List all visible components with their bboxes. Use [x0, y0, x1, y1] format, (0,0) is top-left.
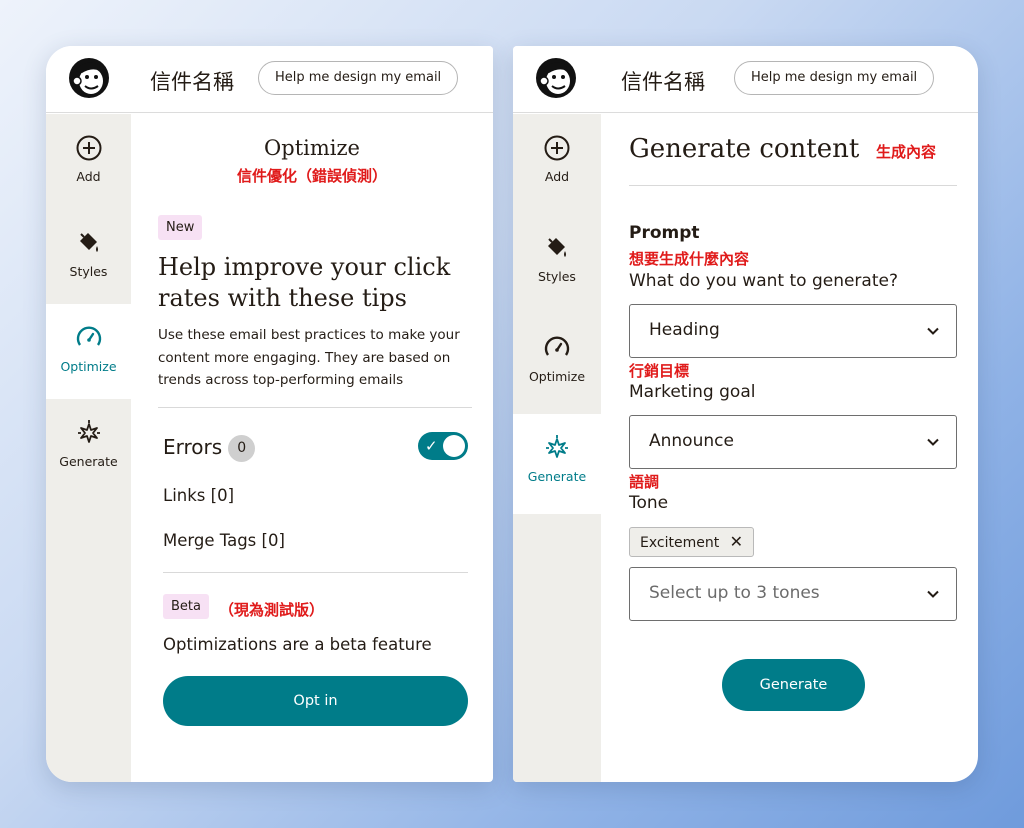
prompt-label: Prompt [629, 223, 700, 243]
generate-title: Generate content [629, 134, 860, 164]
sidebar-item-label: Optimize [60, 359, 117, 374]
plus-circle-icon [544, 135, 570, 161]
tone-select-placeholder: Select up to 3 tones [649, 583, 820, 603]
close-icon[interactable]: ✕ [730, 532, 743, 551]
tone-chip[interactable]: Excitement ✕ [629, 527, 755, 557]
tone-label: Tone [629, 493, 669, 513]
merge-tags-check[interactable]: Merge Tags [0] [163, 531, 285, 550]
sidebar-item-optimize[interactable]: Optimize [513, 314, 601, 414]
prompt-question: What do you want to generate? [629, 271, 898, 291]
sidebar-rail: Add Styles Optimize Generate [46, 114, 131, 782]
gauge-icon [544, 336, 570, 356]
tips-heading: Help improve your click rates with these… [158, 253, 451, 312]
check-icon: ✓ [425, 437, 438, 455]
help-design-button[interactable]: Help me design my email [734, 61, 935, 95]
plus-circle-icon [76, 135, 102, 161]
toggle-knob [443, 435, 465, 457]
help-design-button[interactable]: Help me design my email [258, 61, 459, 95]
goal-label: Marketing goal [629, 382, 756, 402]
optimize-content: Optimize 信件優化（錯誤偵測） New Help improve you… [131, 114, 493, 782]
email-title[interactable]: 信件名稱 [150, 66, 234, 96]
sidebar-item-add[interactable]: Add [513, 114, 601, 209]
beta-badge: Beta [163, 594, 209, 619]
links-check[interactable]: Links [0] [163, 486, 234, 505]
sidebar-item-generate[interactable]: Generate [513, 414, 601, 514]
divider [163, 572, 468, 573]
prompt-select[interactable]: Heading [629, 304, 957, 358]
rail-spacer [513, 514, 601, 534]
sparkle-icon [546, 435, 568, 458]
errors-row: Errors 0 [163, 435, 256, 462]
beta-annotation: （現為測試版） [219, 601, 325, 619]
opt-in-button[interactable]: Opt in [163, 676, 468, 726]
beta-description: Optimizations are a beta feature [163, 635, 432, 654]
sidebar-item-add[interactable]: Add [46, 114, 131, 209]
sidebar-item-generate[interactable]: Generate [46, 399, 131, 494]
tips-description: Use these email best practices to make y… [158, 327, 460, 388]
sidebar-item-optimize[interactable]: Optimize [46, 304, 131, 399]
optimize-panel: 信件名稱 Help me design my email Add Styles [46, 46, 493, 782]
editor-header: 信件名稱 Help me design my email [46, 46, 493, 113]
chevron-down-icon [927, 327, 939, 335]
paint-bucket-icon [80, 233, 98, 252]
generate-panel: 信件名稱 Help me design my email Add Styles [513, 46, 978, 782]
prompt-annotation: 想要生成什麼內容 [629, 250, 750, 268]
tone-select[interactable]: Select up to 3 tones [629, 567, 957, 621]
sidebar-item-styles[interactable]: Styles [513, 214, 601, 309]
goal-annotation: 行銷目標 [629, 362, 690, 380]
generate-button[interactable]: Generate [722, 659, 865, 711]
divider [158, 407, 472, 408]
tone-chip-label: Excitement [640, 535, 720, 551]
sidebar-rail: Add Styles Optimize Generate [513, 114, 601, 782]
goal-select-value: Announce [649, 431, 734, 451]
errors-label: Errors [163, 435, 223, 459]
sidebar-item-label: Generate [527, 469, 587, 484]
sidebar-item-label: Generate [59, 454, 118, 469]
editor-header: 信件名稱 Help me design my email [513, 46, 978, 113]
paint-bucket-icon [548, 238, 566, 257]
sidebar-item-label: Optimize [528, 369, 586, 384]
goal-select[interactable]: Announce [629, 415, 957, 469]
sidebar-item-label: Add [76, 169, 101, 184]
errors-count-badge: 0 [228, 435, 256, 462]
email-title[interactable]: 信件名稱 [621, 66, 705, 96]
tone-annotation: 語調 [629, 473, 660, 491]
generate-content: Generate content 生成內容 Prompt 想要生成什麼內容 Wh… [601, 114, 978, 782]
optimize-title: Optimize [264, 136, 360, 160]
chevron-down-icon [927, 438, 939, 446]
mailchimp-logo-icon[interactable] [68, 57, 110, 99]
errors-toggle[interactable]: ✓ [418, 432, 468, 460]
sidebar-item-label: Styles [69, 264, 108, 279]
divider [629, 185, 957, 186]
generate-title-annotation: 生成內容 [876, 143, 937, 161]
prompt-select-value: Heading [649, 320, 720, 340]
sparkle-icon [78, 420, 100, 443]
gauge-icon [76, 326, 102, 346]
sidebar-item-styles[interactable]: Styles [46, 209, 131, 304]
mailchimp-logo-icon[interactable] [535, 57, 577, 99]
chevron-down-icon [927, 590, 939, 598]
sidebar-item-label: Add [544, 169, 570, 184]
new-badge: New [158, 215, 203, 240]
optimize-title-annotation: 信件優化（錯誤偵測） [236, 167, 387, 185]
sidebar-item-label: Styles [538, 269, 576, 284]
